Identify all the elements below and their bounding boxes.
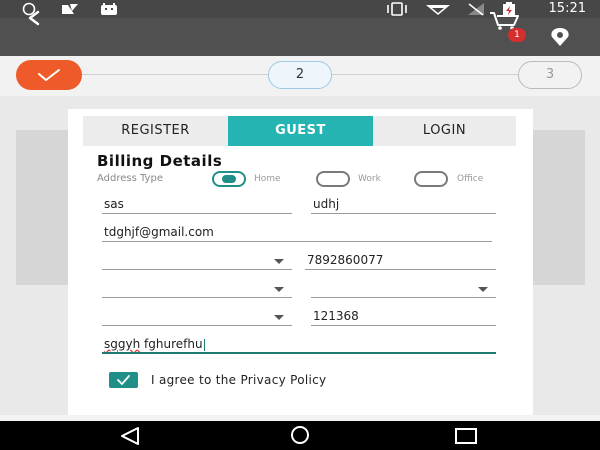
no-signal-icon [468,3,484,16]
background-panel [533,130,585,285]
step-1-completed [16,60,82,90]
location-pin-icon[interactable] [547,26,573,48]
radio-office[interactable] [414,171,448,187]
radio-home[interactable] [212,171,246,187]
dropdown-arrow-icon [478,287,488,292]
misspelled-word: sggyh [104,337,141,351]
step-connector [332,74,518,75]
step-2-current: 2 [268,61,332,89]
address-text: fghurefhu [140,337,203,351]
navigation-bar [0,421,600,450]
city-underline [102,325,292,326]
mail-icon [62,4,78,14]
radio-work-label: Work [358,174,381,184]
country-underline [102,297,292,298]
tab-guest[interactable]: GUEST [228,116,373,146]
nav-recents-icon[interactable] [451,425,481,447]
privacy-policy-label[interactable]: I agree to the Privacy Policy [151,373,326,387]
billing-details-title: Billing Details [97,152,223,170]
country-code-underline [102,269,292,270]
text-cursor [203,338,205,351]
radio-work[interactable] [316,171,350,187]
first-name-underline [102,213,292,214]
privacy-policy-checkbox[interactable] [109,372,138,388]
vibrate-icon [387,2,407,16]
nav-back-icon[interactable] [116,425,146,447]
dropdown-arrow-icon [274,287,284,292]
back-arrow-icon[interactable] [22,4,46,32]
android-icon [101,3,117,15]
clock: 15:21 [548,1,586,16]
tab-login[interactable]: LOGIN [373,116,516,146]
phone-underline [305,269,496,270]
address-type-label: Address Type [97,173,163,184]
nav-home-icon[interactable] [284,424,316,446]
address-focus-underline [102,352,496,354]
dropdown-arrow-icon [274,315,284,320]
radio-office-label: Office [457,174,484,184]
background-panel [16,130,68,285]
email-underline [102,241,492,242]
last-name-underline [311,213,496,214]
cart-count-badge: 1 [508,28,526,42]
pincode-underline [311,325,496,326]
step-3-pending: 3 [518,61,582,89]
dropdown-arrow-icon [274,259,284,264]
tab-register[interactable]: REGISTER [83,116,228,146]
checkmark-icon [117,375,130,385]
radio-home-label: Home [254,174,281,184]
step-connector [82,74,268,75]
wifi-icon [426,5,450,15]
state-underline [311,297,496,298]
checkmark-icon [38,69,60,81]
